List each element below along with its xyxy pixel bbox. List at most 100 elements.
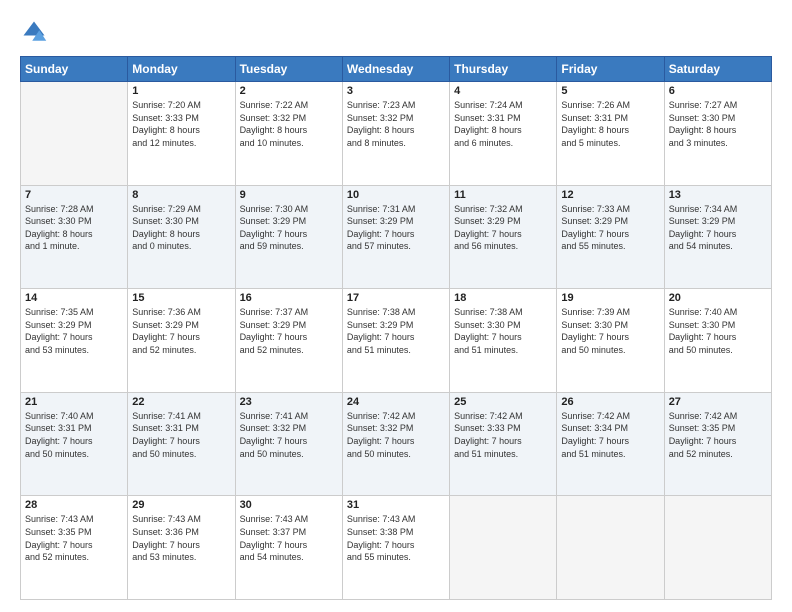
cell-info: Sunset: 3:30 PM: [25, 215, 123, 228]
cell-info: Sunrise: 7:34 AM: [669, 203, 767, 216]
cell-info: Sunrise: 7:29 AM: [132, 203, 230, 216]
cell-info: and 1 minute.: [25, 240, 123, 253]
calendar-table: SundayMondayTuesdayWednesdayThursdayFrid…: [20, 56, 772, 600]
calendar-cell: 30Sunrise: 7:43 AMSunset: 3:37 PMDayligh…: [235, 496, 342, 600]
cell-info: Daylight: 7 hours: [132, 539, 230, 552]
cell-info: and 0 minutes.: [132, 240, 230, 253]
cell-info: and 55 minutes.: [561, 240, 659, 253]
calendar-cell: 7Sunrise: 7:28 AMSunset: 3:30 PMDaylight…: [21, 185, 128, 289]
cell-info: Sunrise: 7:42 AM: [669, 410, 767, 423]
cell-info: Sunset: 3:30 PM: [561, 319, 659, 332]
cell-info: Sunset: 3:36 PM: [132, 526, 230, 539]
day-header-wednesday: Wednesday: [342, 57, 449, 82]
cell-info: and 52 minutes.: [25, 551, 123, 564]
cell-info: and 50 minutes.: [347, 448, 445, 461]
calendar-cell: 2Sunrise: 7:22 AMSunset: 3:32 PMDaylight…: [235, 82, 342, 186]
cell-info: and 50 minutes.: [240, 448, 338, 461]
cell-info: Sunrise: 7:24 AM: [454, 99, 552, 112]
day-number: 13: [669, 189, 767, 201]
cell-info: Sunset: 3:30 PM: [669, 319, 767, 332]
cell-info: Sunrise: 7:32 AM: [454, 203, 552, 216]
cell-info: Sunset: 3:29 PM: [240, 215, 338, 228]
day-number: 4: [454, 85, 552, 97]
cell-info: and 55 minutes.: [347, 551, 445, 564]
cell-info: Daylight: 7 hours: [454, 228, 552, 241]
logo: [20, 18, 52, 46]
cell-info: Sunrise: 7:40 AM: [25, 410, 123, 423]
cell-info: Daylight: 7 hours: [25, 435, 123, 448]
cell-info: Daylight: 8 hours: [347, 124, 445, 137]
logo-icon: [20, 18, 48, 46]
calendar-cell: 27Sunrise: 7:42 AMSunset: 3:35 PMDayligh…: [664, 392, 771, 496]
calendar-week-1: 7Sunrise: 7:28 AMSunset: 3:30 PMDaylight…: [21, 185, 772, 289]
calendar-week-2: 14Sunrise: 7:35 AMSunset: 3:29 PMDayligh…: [21, 289, 772, 393]
calendar-cell: 25Sunrise: 7:42 AMSunset: 3:33 PMDayligh…: [450, 392, 557, 496]
cell-info: and 51 minutes.: [454, 448, 552, 461]
cell-info: Daylight: 8 hours: [669, 124, 767, 137]
cell-info: Sunset: 3:33 PM: [454, 422, 552, 435]
cell-info: Sunset: 3:29 PM: [561, 215, 659, 228]
cell-info: Sunrise: 7:31 AM: [347, 203, 445, 216]
day-number: 30: [240, 499, 338, 511]
calendar-cell: [557, 496, 664, 600]
cell-info: Daylight: 7 hours: [561, 331, 659, 344]
day-number: 27: [669, 396, 767, 408]
day-number: 19: [561, 292, 659, 304]
calendar-cell: [21, 82, 128, 186]
cell-info: Sunrise: 7:41 AM: [132, 410, 230, 423]
cell-info: Daylight: 7 hours: [240, 228, 338, 241]
day-number: 31: [347, 499, 445, 511]
cell-info: Daylight: 8 hours: [132, 124, 230, 137]
cell-info: Sunrise: 7:42 AM: [347, 410, 445, 423]
cell-info: Sunrise: 7:20 AM: [132, 99, 230, 112]
cell-info: Daylight: 7 hours: [347, 539, 445, 552]
day-number: 15: [132, 292, 230, 304]
day-number: 11: [454, 189, 552, 201]
calendar-cell: 10Sunrise: 7:31 AMSunset: 3:29 PMDayligh…: [342, 185, 449, 289]
cell-info: Sunrise: 7:43 AM: [347, 513, 445, 526]
day-header-sunday: Sunday: [21, 57, 128, 82]
day-number: 7: [25, 189, 123, 201]
cell-info: Sunrise: 7:42 AM: [454, 410, 552, 423]
calendar-cell: 28Sunrise: 7:43 AMSunset: 3:35 PMDayligh…: [21, 496, 128, 600]
day-number: 1: [132, 85, 230, 97]
cell-info: Sunset: 3:32 PM: [347, 112, 445, 125]
calendar-header-row: SundayMondayTuesdayWednesdayThursdayFrid…: [21, 57, 772, 82]
cell-info: and 12 minutes.: [132, 137, 230, 150]
cell-info: and 54 minutes.: [240, 551, 338, 564]
cell-info: Sunset: 3:37 PM: [240, 526, 338, 539]
day-number: 17: [347, 292, 445, 304]
cell-info: Sunrise: 7:40 AM: [669, 306, 767, 319]
calendar-cell: 6Sunrise: 7:27 AMSunset: 3:30 PMDaylight…: [664, 82, 771, 186]
cell-info: Daylight: 7 hours: [240, 331, 338, 344]
cell-info: Sunrise: 7:26 AM: [561, 99, 659, 112]
cell-info: Sunset: 3:33 PM: [132, 112, 230, 125]
cell-info: and 51 minutes.: [561, 448, 659, 461]
calendar-cell: 9Sunrise: 7:30 AMSunset: 3:29 PMDaylight…: [235, 185, 342, 289]
calendar-cell: 14Sunrise: 7:35 AMSunset: 3:29 PMDayligh…: [21, 289, 128, 393]
cell-info: Sunrise: 7:43 AM: [240, 513, 338, 526]
cell-info: Daylight: 7 hours: [561, 228, 659, 241]
calendar-cell: 16Sunrise: 7:37 AMSunset: 3:29 PMDayligh…: [235, 289, 342, 393]
cell-info: Sunrise: 7:33 AM: [561, 203, 659, 216]
cell-info: Daylight: 8 hours: [454, 124, 552, 137]
cell-info: and 52 minutes.: [669, 448, 767, 461]
cell-info: and 50 minutes.: [25, 448, 123, 461]
cell-info: Daylight: 7 hours: [25, 331, 123, 344]
cell-info: Daylight: 7 hours: [669, 228, 767, 241]
day-header-saturday: Saturday: [664, 57, 771, 82]
calendar-cell: 1 Sunrise: 7:20 AMSunset: 3:33 PMDaylight…: [128, 82, 235, 186]
day-number: 9: [240, 189, 338, 201]
day-number: 8: [132, 189, 230, 201]
cell-info: Sunrise: 7:39 AM: [561, 306, 659, 319]
cell-info: Sunset: 3:29 PM: [669, 215, 767, 228]
cell-info: Sunset: 3:31 PM: [454, 112, 552, 125]
cell-info: Daylight: 7 hours: [25, 539, 123, 552]
calendar-week-3: 21 Sunrise: 7:40 AMSunset: 3:31 PMDayligh…: [21, 392, 772, 496]
cell-info: Sunset: 3:31 PM: [25, 422, 123, 435]
day-number: 24: [347, 396, 445, 408]
calendar-cell: 26Sunrise: 7:42 AMSunset: 3:34 PMDayligh…: [557, 392, 664, 496]
day-number: 21: [25, 396, 123, 408]
cell-info: and 8 minutes.: [347, 137, 445, 150]
header: [20, 18, 772, 46]
